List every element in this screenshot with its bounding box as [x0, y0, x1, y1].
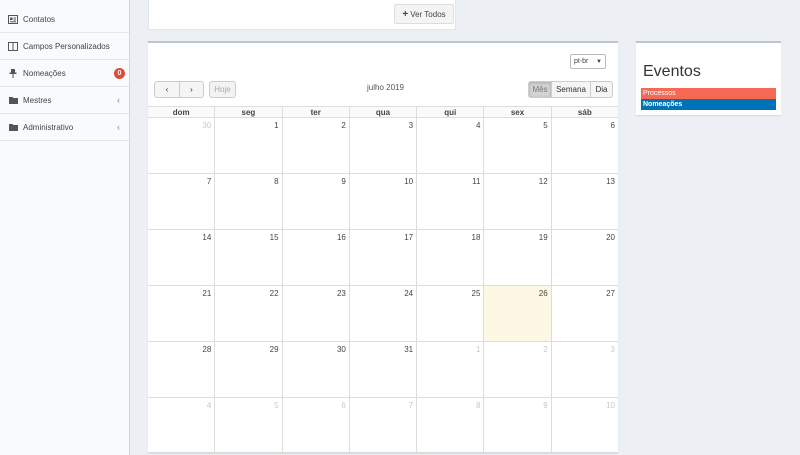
day-cell[interactable]: 31 [348, 342, 416, 397]
chevron-left-icon: ‹ [165, 85, 169, 94]
day-cell[interactable]: 3 [348, 118, 416, 173]
day-cell[interactable]: 13 [550, 174, 618, 229]
today-cell[interactable]: 26 [483, 286, 551, 341]
day-cell[interactable]: 4 [416, 118, 483, 173]
calendar-week: 14 15 16 17 18 19 20 [148, 230, 618, 286]
day-cell[interactable]: 27 [550, 286, 618, 341]
day-cell[interactable]: 20 [550, 230, 618, 285]
day-cell[interactable]: 1 [416, 342, 483, 397]
language-select[interactable]: pt-br ▼ [570, 54, 606, 69]
eventos-title: Eventos [643, 63, 701, 80]
day-view-button[interactable]: Dia [590, 81, 613, 98]
today-button[interactable]: Hoje [209, 81, 236, 98]
day-cell[interactable]: 1 [214, 118, 281, 173]
weekday-label: ter [281, 107, 349, 117]
day-cell[interactable]: 7 [348, 398, 416, 453]
calendar-week: 21 22 23 24 25 26 27 [148, 286, 618, 342]
weekday-header: dom seg ter qua qui sex sáb [148, 106, 618, 118]
day-cell[interactable]: 12 [483, 174, 550, 229]
day-cell[interactable]: 3 [550, 342, 618, 397]
eventos-panel: Eventos Processos Nomeações [636, 41, 781, 115]
day-cell[interactable]: 18 [416, 230, 483, 285]
sidebar-item-mestres[interactable]: Mestres ‹ [0, 87, 129, 114]
top-panel: + Ver Todos [148, 0, 456, 30]
day-cell[interactable]: 15 [214, 230, 281, 285]
day-cell[interactable]: 5 [214, 398, 281, 453]
columns-icon [8, 41, 18, 51]
day-cell[interactable]: 7 [148, 174, 214, 229]
day-cell[interactable]: 16 [281, 230, 349, 285]
calendar-week: 7 8 9 10 11 12 13 [148, 174, 618, 230]
pin-icon [8, 68, 18, 78]
dropdown-arrow-icon: ▼ [596, 58, 602, 65]
calendar-panel: pt-br ▼ ‹ › Hoje julho 2019 Mês Semana D… [148, 41, 618, 454]
calendar-week: 30 1 2 3 4 5 6 [148, 118, 618, 174]
chevron-left-icon: ‹ [117, 95, 120, 105]
day-cell[interactable]: 17 [348, 230, 416, 285]
sidebar-item-label: Administrativo [23, 122, 74, 132]
day-cell[interactable]: 22 [214, 286, 281, 341]
day-cell[interactable]: 2 [281, 118, 349, 173]
day-cell[interactable]: 14 [148, 230, 214, 285]
day-cell[interactable]: 2 [483, 342, 550, 397]
sidebar-item-campos-personalizados[interactable]: Campos Personalizados [0, 33, 129, 60]
count-badge: 0 [114, 67, 125, 79]
weekday-label: sáb [550, 107, 618, 117]
day-cell[interactable]: 8 [416, 398, 483, 453]
day-cell[interactable]: 11 [416, 174, 483, 229]
prev-month-button[interactable]: ‹ [154, 81, 180, 98]
weekday-label: seg [214, 107, 281, 117]
chevron-right-icon: › [190, 85, 193, 94]
chevron-left-icon: ‹ [117, 122, 120, 132]
sidebar-item-label: Campos Personalizados [23, 41, 110, 51]
sidebar-item-contatos[interactable]: Contatos [0, 6, 129, 33]
day-cell[interactable]: 25 [416, 286, 483, 341]
day-cell[interactable]: 10 [348, 174, 416, 229]
day-cell[interactable]: 8 [214, 174, 281, 229]
sidebar-item-label: Nomeações [23, 68, 66, 78]
day-cell[interactable]: 10 [550, 398, 618, 453]
day-cell[interactable]: 30 [281, 342, 349, 397]
next-month-button[interactable]: › [179, 81, 204, 98]
weekday-label: qua [348, 107, 416, 117]
calendar-week: 4 5 6 7 8 9 10 [148, 398, 618, 454]
sidebar-item-nomeacoes[interactable]: Nomeações 0 [0, 60, 129, 87]
sidebar: Contatos Campos Personalizados Nomeações… [0, 0, 130, 455]
day-cell[interactable]: 6 [281, 398, 349, 453]
address-card-icon [8, 14, 18, 24]
day-cell[interactable]: 21 [148, 286, 214, 341]
ver-todos-button[interactable]: + Ver Todos [394, 4, 454, 24]
sidebar-item-label: Mestres [23, 95, 52, 105]
day-cell[interactable]: 5 [483, 118, 550, 173]
folder-icon [8, 95, 18, 105]
plus-icon: + [402, 8, 409, 20]
day-cell[interactable]: 29 [214, 342, 281, 397]
day-cell[interactable]: 4 [148, 398, 214, 453]
day-cell[interactable]: 24 [348, 286, 416, 341]
day-cell[interactable]: 23 [281, 286, 349, 341]
day-cell[interactable]: 30 [148, 118, 214, 173]
month-view-button[interactable]: Mês [528, 81, 552, 98]
day-cell[interactable]: 9 [281, 174, 349, 229]
day-cell[interactable]: 28 [148, 342, 214, 397]
weekday-label: sex [483, 107, 550, 117]
event-item-nomeacoes[interactable]: Nomeações [641, 99, 776, 110]
day-cell[interactable]: 9 [483, 398, 550, 453]
folder-icon [8, 122, 18, 132]
sidebar-item-administrativo[interactable]: Administrativo ‹ [0, 114, 129, 141]
day-cell[interactable]: 19 [483, 230, 550, 285]
weekday-label: qui [416, 107, 483, 117]
weekday-label: dom [172, 108, 190, 117]
ver-todos-label: Ver Todos [410, 9, 446, 19]
week-view-button[interactable]: Semana [551, 81, 591, 98]
day-cell[interactable]: 6 [550, 118, 618, 173]
calendar-grid: dom seg ter qua qui sex sáb 30 1 2 3 4 5… [148, 106, 618, 454]
sidebar-item-label: Contatos [23, 14, 56, 24]
calendar-title: julho 2019 [367, 83, 404, 92]
calendar-week: 28 29 30 31 1 2 3 [148, 342, 618, 398]
language-value: pt-br [574, 58, 589, 65]
event-item-processos[interactable]: Processos [641, 88, 776, 99]
